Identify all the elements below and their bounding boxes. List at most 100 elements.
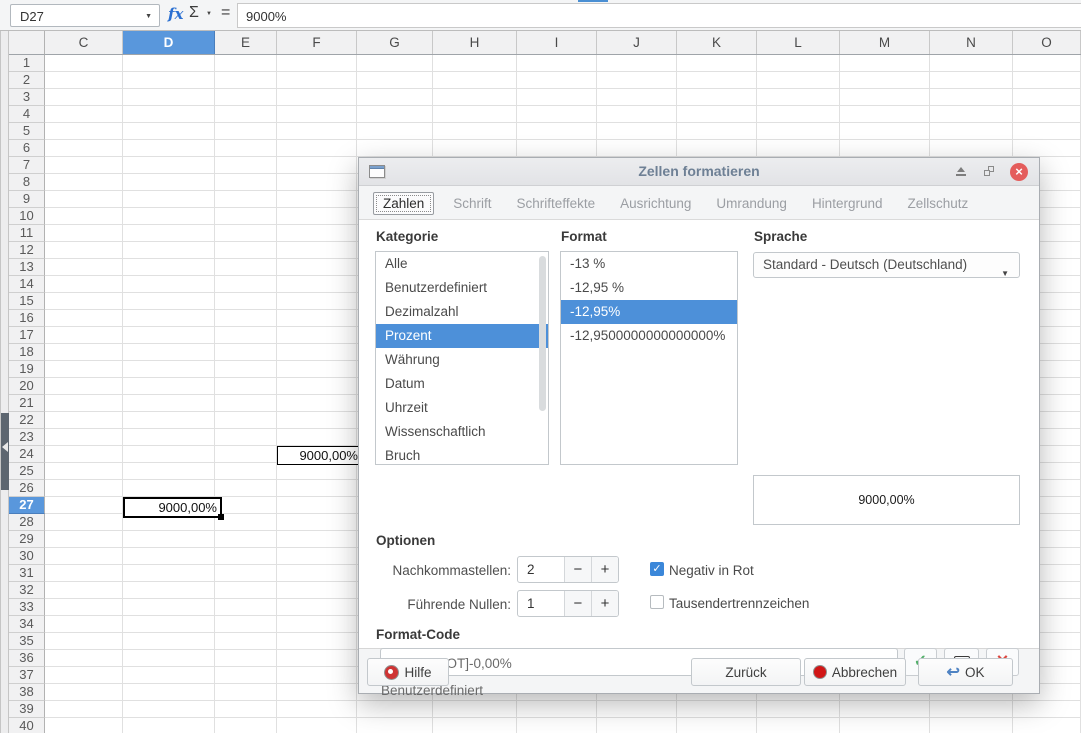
- format-item[interactable]: -12,95 %: [561, 276, 737, 300]
- row-header-13[interactable]: 13: [9, 259, 45, 276]
- negative-red-label[interactable]: Negativ in Rot: [669, 563, 754, 578]
- category-item[interactable]: Datum: [376, 372, 548, 396]
- column-header-O[interactable]: O: [1013, 31, 1081, 54]
- tab-zellschutz[interactable]: Zellschutz: [901, 192, 974, 215]
- tab-ausrichtung[interactable]: Ausrichtung: [614, 192, 697, 215]
- select-all-corner[interactable]: [9, 31, 45, 55]
- column-header-D[interactable]: D: [123, 31, 215, 54]
- tab-schrifteffekte[interactable]: Schrifteffekte: [511, 192, 602, 215]
- format-item[interactable]: -12,95%: [561, 300, 737, 324]
- row-header-8[interactable]: 8: [9, 174, 45, 191]
- fill-handle[interactable]: [218, 514, 224, 520]
- row-header-36[interactable]: 36: [9, 650, 45, 667]
- name-box-input[interactable]: [18, 6, 132, 27]
- language-select[interactable]: Standard - Deutsch (Deutschland) ▼: [753, 252, 1020, 278]
- close-icon[interactable]: ×: [1010, 163, 1028, 181]
- column-header-L[interactable]: L: [757, 31, 840, 54]
- category-item[interactable]: Alle: [376, 252, 548, 276]
- row-header-26[interactable]: 26: [9, 480, 45, 497]
- column-header-G[interactable]: G: [357, 31, 433, 54]
- row-header-18[interactable]: 18: [9, 344, 45, 361]
- row-header-10[interactable]: 10: [9, 208, 45, 225]
- row-header-11[interactable]: 11: [9, 225, 45, 242]
- ok-button[interactable]: ↩ OK: [918, 658, 1013, 686]
- dialog-titlebar[interactable]: Zellen formatieren ×: [359, 158, 1039, 186]
- leading-zeros-minus-button[interactable]: −: [564, 591, 591, 616]
- column-header-F[interactable]: F: [277, 31, 357, 54]
- column-header-H[interactable]: H: [433, 31, 517, 54]
- name-box-dropdown-icon[interactable]: ▼: [145, 13, 152, 20]
- formula-input[interactable]: [244, 5, 1068, 28]
- row-header-4[interactable]: 4: [9, 106, 45, 123]
- category-item[interactable]: Prozent: [376, 324, 548, 348]
- decimal-places-value[interactable]: 2: [518, 557, 564, 582]
- row-header-17[interactable]: 17: [9, 327, 45, 344]
- row-header-24[interactable]: 24: [9, 446, 45, 463]
- row-header-40[interactable]: 40: [9, 718, 45, 733]
- category-item[interactable]: Bruch: [376, 444, 548, 465]
- row-header-34[interactable]: 34: [9, 616, 45, 633]
- cancel-button[interactable]: Abbrechen: [804, 658, 906, 686]
- category-item[interactable]: Uhrzeit: [376, 396, 548, 420]
- sum-dropdown-icon[interactable]: ▼: [206, 11, 212, 17]
- category-list[interactable]: AlleBenutzerdefiniertDezimalzahlProzent W…: [375, 251, 549, 465]
- decimal-places-minus-button[interactable]: −: [564, 557, 591, 582]
- row-header-15[interactable]: 15: [9, 293, 45, 310]
- tab-hintergrund[interactable]: Hintergrund: [806, 192, 889, 215]
- row-header-1[interactable]: 1: [9, 55, 45, 72]
- column-header-M[interactable]: M: [840, 31, 930, 54]
- row-header-32[interactable]: 32: [9, 582, 45, 599]
- category-item[interactable]: Dezimalzahl: [376, 300, 548, 324]
- row-header-23[interactable]: 23: [9, 429, 45, 446]
- column-header-E[interactable]: E: [215, 31, 277, 54]
- row-header-29[interactable]: 29: [9, 531, 45, 548]
- row-header-5[interactable]: 5: [9, 123, 45, 140]
- sum-icon[interactable]: Σ: [189, 4, 199, 22]
- row-header-38[interactable]: 38: [9, 684, 45, 701]
- function-wizard-icon[interactable]: fx: [168, 5, 183, 23]
- decimal-places-plus-button[interactable]: +: [591, 557, 618, 582]
- category-list-scrollbar[interactable]: [539, 256, 546, 411]
- row-header-25[interactable]: 25: [9, 463, 45, 480]
- shade-icon[interactable]: [955, 167, 967, 177]
- leading-zeros-plus-button[interactable]: +: [591, 591, 618, 616]
- row-header-12[interactable]: 12: [9, 242, 45, 259]
- row-header-30[interactable]: 30: [9, 548, 45, 565]
- column-header-N[interactable]: N: [930, 31, 1013, 54]
- thousands-separator-label[interactable]: Tausendertrennzeichen: [669, 596, 809, 611]
- column-header-I[interactable]: I: [517, 31, 597, 54]
- column-header-J[interactable]: J: [597, 31, 677, 54]
- row-header-9[interactable]: 9: [9, 191, 45, 208]
- restore-icon[interactable]: [984, 166, 995, 177]
- row-header-21[interactable]: 21: [9, 395, 45, 412]
- cell-D27[interactable]: 9000,00%: [123, 497, 222, 518]
- row-header-14[interactable]: 14: [9, 276, 45, 293]
- row-header-22[interactable]: 22: [9, 412, 45, 429]
- format-list[interactable]: -13 %-12,95 %-12,95%-12,9500000000000000…: [560, 251, 738, 465]
- column-header-C[interactable]: C: [45, 31, 123, 54]
- cell-F24[interactable]: 9000,00%: [277, 446, 362, 465]
- negative-red-checkbox[interactable]: ✓: [650, 562, 664, 576]
- row-header-27[interactable]: 27: [9, 497, 45, 514]
- row-header-31[interactable]: 31: [9, 565, 45, 582]
- tab-umrandung[interactable]: Umrandung: [710, 192, 793, 215]
- row-header-6[interactable]: 6: [9, 140, 45, 157]
- row-header-37[interactable]: 37: [9, 667, 45, 684]
- name-box[interactable]: ▼: [10, 4, 160, 27]
- category-item[interactable]: Wissenschaftlich: [376, 420, 548, 444]
- help-button[interactable]: Hilfe: [367, 658, 449, 686]
- category-item[interactable]: Benutzerdefiniert: [376, 276, 548, 300]
- row-header-39[interactable]: 39: [9, 701, 45, 718]
- format-item[interactable]: -12,9500000000000000%: [561, 324, 737, 348]
- format-item[interactable]: -13 %: [561, 252, 737, 276]
- left-scroll-strip[interactable]: [0, 31, 9, 733]
- leading-zeros-value[interactable]: 1: [518, 591, 564, 616]
- row-header-35[interactable]: 35: [9, 633, 45, 650]
- formula-equals-icon[interactable]: =: [221, 4, 230, 22]
- back-button[interactable]: Zurück: [691, 658, 801, 686]
- row-header-16[interactable]: 16: [9, 310, 45, 327]
- thousands-separator-checkbox[interactable]: [650, 595, 664, 609]
- row-header-20[interactable]: 20: [9, 378, 45, 395]
- row-header-19[interactable]: 19: [9, 361, 45, 378]
- tab-zahlen[interactable]: Zahlen: [373, 192, 434, 215]
